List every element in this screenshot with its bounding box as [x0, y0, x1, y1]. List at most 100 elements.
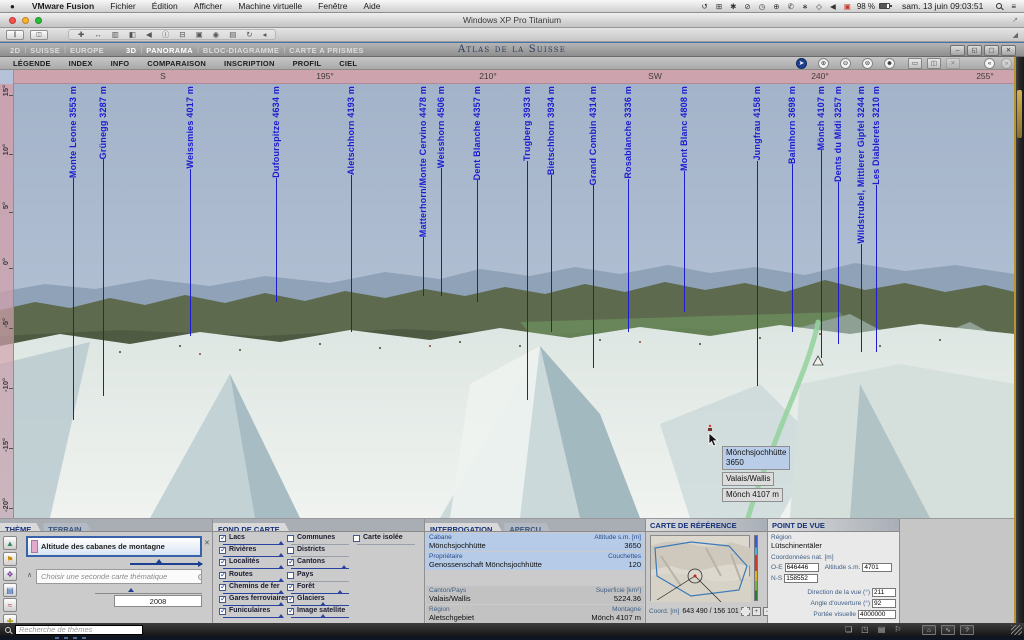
display-icon[interactable]: ⊘: [740, 2, 754, 11]
more-icon[interactable]: ◂: [258, 30, 272, 39]
layout-icon[interactable]: ◳: [861, 625, 869, 634]
pause-button[interactable]: ∥: [6, 30, 24, 40]
minimize-button[interactable]: –: [950, 45, 965, 56]
year-slider-marker[interactable]: [128, 588, 134, 592]
year-field[interactable]: 2008: [114, 595, 202, 607]
second-theme-field[interactable]: Choisir une seconde carte thématique: [36, 569, 202, 584]
checkbox[interactable]: ✓: [219, 547, 226, 554]
theme-slider[interactable]: [130, 563, 202, 565]
theme-search-input[interactable]: [15, 625, 143, 635]
zoom-out-button[interactable]: ⊖: [840, 58, 851, 69]
network-icon[interactable]: ◧: [124, 30, 141, 39]
resize-corner-icon[interactable]: ◢: [1013, 31, 1018, 39]
checkbox[interactable]: [287, 535, 294, 542]
ns-input[interactable]: [784, 574, 818, 583]
walk-tool-button[interactable]: ☻: [884, 58, 895, 69]
slider-marker[interactable]: [278, 614, 284, 618]
info-icon[interactable]: ⓘ: [157, 29, 175, 40]
cd-icon[interactable]: ◉: [208, 30, 225, 39]
panorama-view[interactable]: 15°10°5°0°-5°-10°-15°-20° Monte Leone 35…: [0, 84, 1024, 518]
menu-item-ciel[interactable]: CIEL: [330, 59, 366, 68]
peak-label-monte-leone[interactable]: Monte Leone 3553 m: [66, 86, 80, 420]
scrollbar-thumb[interactable]: [1017, 90, 1022, 138]
altitude-input[interactable]: [862, 563, 892, 572]
checkbox[interactable]: [287, 547, 294, 554]
menu-item-inscription[interactable]: INSCRIPTION: [215, 59, 284, 68]
active-theme-field[interactable]: Altitude des cabanes de montagne: [26, 536, 202, 557]
menu-item-légende[interactable]: LÉGENDE: [4, 59, 60, 68]
macos-menu-fenêtre[interactable]: Fenêtre: [310, 1, 355, 11]
volume-icon[interactable]: ◀: [826, 2, 840, 11]
document-icon[interactable]: ▤: [878, 625, 886, 634]
direction-input[interactable]: [872, 588, 896, 597]
slider-marker[interactable]: [278, 553, 284, 557]
checkbox[interactable]: ✓: [219, 596, 226, 603]
peak-label-bietschhorn[interactable]: Bietschhorn 3934 m: [544, 86, 558, 332]
checkbox[interactable]: ✓: [219, 584, 226, 591]
snapshot-icon[interactable]: ▣: [191, 30, 208, 39]
macos-menu-afficher[interactable]: Afficher: [186, 1, 231, 11]
oe-input[interactable]: [785, 563, 819, 572]
checkbox[interactable]: [287, 572, 294, 579]
peak-label-m-nch[interactable]: Mönch 4107 m: [814, 86, 828, 358]
layer-slider[interactable]: [291, 615, 349, 620]
checkbox[interactable]: ✓: [287, 608, 294, 615]
timemachine-icon[interactable]: ↺: [698, 2, 712, 11]
usb-icon[interactable]: ⊟: [174, 30, 190, 39]
slider-marker[interactable]: [341, 565, 347, 569]
slider-marker[interactable]: [337, 590, 343, 594]
macos-menu-fichier[interactable]: Fichier: [102, 1, 144, 11]
checkbox[interactable]: ✓: [287, 596, 294, 603]
slider-marker[interactable]: [320, 602, 326, 606]
reference-map[interactable]: [650, 535, 750, 601]
peak-label-matterhorn-monte-cervino[interactable]: Matterhorn/Monte Cervino 4478 m: [416, 86, 430, 296]
peak-label-rosablanche[interactable]: Rosablanche 3336 m: [621, 86, 635, 332]
phone-icon[interactable]: ✆: [784, 2, 798, 11]
peak-label-grand-combin[interactable]: Grand Combin 4314 m: [586, 86, 600, 368]
peak-label-dufourspitze[interactable]: Dufourspitze 4634 m: [269, 86, 283, 302]
checkbox[interactable]: ✓: [287, 559, 294, 566]
slider-marker[interactable]: [278, 590, 284, 594]
home-button[interactable]: ⌂: [922, 625, 936, 635]
maximize-button[interactable]: ▢: [984, 45, 999, 56]
spaces-icon[interactable]: ⊞: [712, 2, 726, 11]
tab-apercu[interactable]: APERÇU: [504, 523, 553, 532]
apple-menu-icon[interactable]: ●: [0, 2, 24, 11]
tab-interrogation[interactable]: INTERROGATION: [425, 523, 504, 532]
collapse-panel-button[interactable]: «: [984, 58, 995, 69]
peak-label-jungfrau[interactable]: Jungfrau 4158 m: [750, 86, 764, 386]
menu-item-comparaison[interactable]: COMPARAISON: [138, 59, 215, 68]
peak-label-dent-blanche[interactable]: Dent Blanche 4357 m: [470, 86, 484, 302]
airport-icon[interactable]: ◇: [812, 2, 826, 11]
peak-label-balmhorn[interactable]: Balmhorn 3698 m: [785, 86, 799, 332]
collapse-caret-icon[interactable]: ∧: [27, 571, 32, 579]
menu-bar-clock[interactable]: sam. 13 juin 09:03:51: [896, 1, 989, 11]
close-theme-icon[interactable]: ✕: [204, 539, 210, 547]
split-vertical-button[interactable]: ◫: [927, 58, 941, 69]
peak-label-aletschhorn[interactable]: Aletschhorn 4193 m: [344, 86, 358, 332]
range-input[interactable]: [858, 610, 896, 619]
peak-label-weisshorn[interactable]: Weisshorn 4506 m: [434, 86, 448, 296]
peak-label-weissmies[interactable]: Weissmies 4017 m: [183, 86, 197, 336]
peak-label-trugberg[interactable]: Trugberg 3933 m: [520, 86, 534, 400]
clock-icon[interactable]: ◷: [755, 2, 770, 11]
peak-label-dents-du-midi[interactable]: Dents du Midi 3257 m: [831, 86, 845, 344]
fov-input[interactable]: [872, 599, 896, 608]
printer-icon[interactable]: ▤: [224, 30, 241, 39]
notification-list-icon[interactable]: ≡: [1009, 2, 1024, 11]
peak-label-les-diablerets[interactable]: Les Diablerets 3210 m: [869, 86, 883, 352]
resize-grip[interactable]: [1011, 625, 1022, 635]
slider-marker[interactable]: [278, 602, 284, 606]
theme-icon-chart[interactable]: ▤: [3, 583, 17, 597]
slider-marker[interactable]: [320, 614, 326, 618]
slider-marker[interactable]: [278, 541, 284, 545]
zoom-in-button[interactable]: ⊕: [818, 58, 829, 69]
fullscreen-icon[interactable]: ↗: [1012, 16, 1018, 24]
macos-menu-vmware-fusion[interactable]: VMware Fusion: [24, 1, 102, 11]
spotlight-icon[interactable]: [996, 3, 1002, 9]
slider-marker[interactable]: [278, 578, 284, 582]
refresh-icon[interactable]: ↻: [241, 30, 257, 39]
settings-icon[interactable]: ✚: [73, 30, 89, 39]
snapshot-button[interactable]: ◫: [30, 30, 48, 40]
flag-icon[interactable]: ⚐: [894, 625, 901, 634]
